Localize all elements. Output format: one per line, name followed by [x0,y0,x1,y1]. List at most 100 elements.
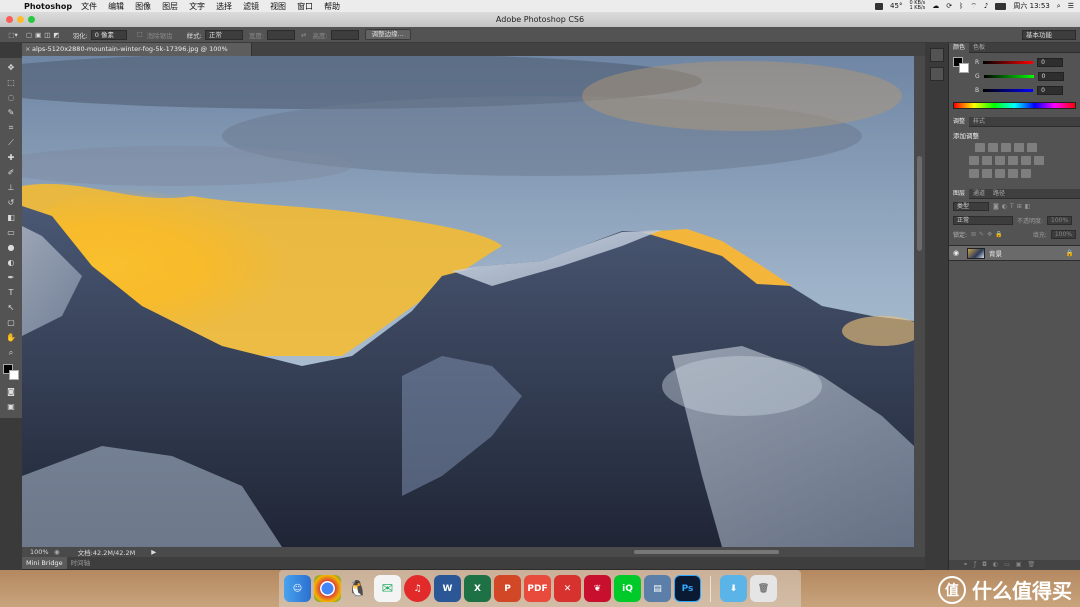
type-tool-icon[interactable]: T [4,286,18,300]
minimize-button[interactable] [17,16,24,23]
green-slider[interactable] [983,74,1034,78]
gradient-tool-icon[interactable]: ▭ [4,226,18,240]
selection-mode-icons[interactable]: ▢▣◫◩ [26,31,63,39]
shape-tool-icon[interactable]: ▢ [4,316,18,330]
status-menu-arrow-icon[interactable]: ▶ [151,548,156,556]
opacity-input[interactable]: 100% [1047,215,1073,225]
menu-layer[interactable]: 图层 [162,1,178,12]
vibrance-icon[interactable] [1027,143,1037,152]
quick-select-tool-icon[interactable]: ✎ [4,106,18,120]
layers-footer-icons[interactable]: ⚭ƒ◘◐▭▣🗑 [949,560,1080,570]
channel-mixer-icon[interactable] [1021,156,1031,165]
search-icon[interactable]: ⌕ [1057,2,1061,11]
photo-filter-icon[interactable] [1008,156,1018,165]
visibility-eye-icon[interactable]: ◉ [949,249,963,257]
width-input[interactable] [267,29,296,40]
battery-icon[interactable] [995,2,1007,10]
menu-edit[interactable]: 编辑 [108,1,124,12]
tab-color[interactable]: 颜色 [949,42,970,53]
trash-icon[interactable]: 🗑 [750,575,777,602]
black-white-icon[interactable] [995,156,1005,165]
menu-image[interactable]: 图像 [135,1,151,12]
posterize-icon[interactable] [982,169,992,178]
iqiyi-icon[interactable]: iQ [614,575,641,602]
downloads-folder-icon[interactable]: ⬇ [720,575,747,602]
wechat-icon[interactable]: ✉ [374,575,401,602]
tab-styles[interactable]: 样式 [969,117,989,127]
background-color[interactable] [9,370,19,380]
menu-file[interactable]: 文件 [81,1,97,12]
volume-icon[interactable]: ♪ [984,2,988,10]
brightness-icon[interactable] [975,143,985,152]
curves-icon[interactable] [1001,143,1011,152]
screen-mode-icon[interactable]: ▣ [4,399,18,413]
clock[interactable]: 周六 13:53 [1013,1,1049,11]
zoom-tool-icon[interactable]: ⌕ [4,346,18,360]
app-menu[interactable]: Photoshop [24,2,72,11]
color-balance-icon[interactable] [982,156,992,165]
xmind-icon[interactable]: ✕ [554,575,581,602]
tab-paths[interactable]: 路径 [989,189,1009,199]
temperature[interactable]: 45° [890,2,902,10]
lasso-tool-icon[interactable]: ◌ [4,91,18,105]
color-swatches[interactable] [3,364,19,380]
photoshop-icon[interactable]: Ps [674,575,701,602]
move-tool-icon[interactable]: ✥ [4,61,18,75]
gradient-map-icon[interactable] [1008,169,1018,178]
layer-name[interactable]: 背景 [989,248,1002,258]
pdf-expert-icon[interactable]: PDF [524,575,551,602]
history-panel-icon[interactable] [929,48,944,62]
marquee-tool-icon[interactable]: ⬚ [4,76,18,90]
hand-tool-icon[interactable]: ✋ [4,331,18,345]
workspace-select[interactable]: 基本功能 [1022,29,1076,40]
menu-type[interactable]: 文字 [189,1,205,12]
close-tab-icon[interactable]: × [25,43,30,56]
style-select[interactable]: 正常 [204,29,243,40]
display-icon[interactable] [875,2,884,10]
image-canvas[interactable] [22,56,914,547]
wifi-icon[interactable]: ⌔ [970,2,977,11]
vertical-scrollbar[interactable] [914,56,925,547]
invert-icon[interactable] [969,169,979,178]
close-button[interactable] [6,16,13,23]
network-speed[interactable]: 0 KB/s 1 KB/s [909,1,925,11]
zoom-level[interactable]: 100% [22,548,54,556]
refine-edge-button[interactable]: 调整边缘... [364,29,411,40]
lock-icons[interactable]: ⊠✎✥🔒 [971,231,1006,238]
export-icon[interactable]: ◉ [54,548,60,556]
green-value[interactable]: 0 [1037,71,1064,81]
menu-list-icon[interactable]: ☰ [1068,2,1074,10]
excel-icon[interactable]: X [464,575,491,602]
layer-filter-icons[interactable]: ◙◐T⊞◧ [993,203,1033,210]
chrome-icon[interactable] [314,575,341,602]
sync-icon[interactable]: ⟳ [946,2,952,10]
menu-select[interactable]: 选择 [216,1,232,12]
bluetooth-icon[interactable]: ᛒ [959,2,963,10]
layer-kind-filter[interactable]: 类型 [953,201,989,211]
zoom-button[interactable] [28,16,35,23]
hue-saturation-icon[interactable] [969,156,979,165]
blue-value[interactable]: 0 [1037,85,1064,95]
blur-tool-icon[interactable]: ● [4,241,18,255]
tab-channels[interactable]: 通道 [969,189,989,199]
blue-slider[interactable] [983,88,1034,92]
tab-timeline[interactable]: 时间轴 [67,557,95,569]
tab-swatches[interactable]: 色板 [969,43,989,53]
red-slider[interactable] [983,60,1034,64]
selective-color-icon[interactable] [1021,169,1031,178]
antialias-checkbox[interactable]: ☐ [137,31,143,39]
horizontal-scroll-thumb[interactable] [634,550,779,554]
eraser-tool-icon[interactable]: ◧ [4,211,18,225]
tab-adjustments[interactable]: 调整 [949,116,970,127]
panel-background-swatch[interactable] [959,63,969,73]
levels-icon[interactable] [988,143,998,152]
document-tab[interactable]: × alps-5120x2880-mountain-winter-fog-5k-… [22,43,252,66]
crop-tool-icon[interactable]: ⌗ [4,121,18,135]
properties-panel-icon[interactable] [929,67,944,81]
eyedropper-tool-icon[interactable]: ⟋ [4,136,18,150]
color-lookup-icon[interactable] [1034,156,1044,165]
fill-input[interactable]: 100% [1050,229,1076,239]
swap-icon[interactable]: ⇄ [301,31,306,39]
exposure-icon[interactable] [1014,143,1024,152]
history-brush-tool-icon[interactable]: ↺ [4,196,18,210]
